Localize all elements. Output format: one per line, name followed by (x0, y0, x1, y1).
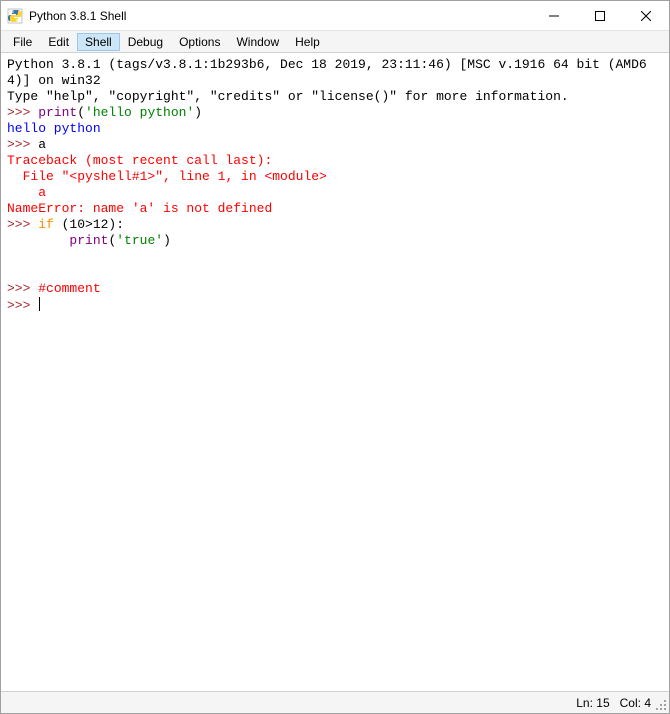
cont-prompt (7, 233, 69, 248)
banner-line-1: Python 3.8.1 (tags/v3.8.1:1b293b6, Dec 1… (7, 57, 647, 88)
menu-debug[interactable]: Debug (120, 33, 171, 51)
code-text: (10>12): (54, 217, 124, 232)
banner-line-2: Type "help", "copyright", "credits" or "… (7, 89, 569, 104)
code-text: a (38, 137, 46, 152)
prompt: >>> (7, 137, 38, 152)
traceback-line: Traceback (most recent call last): (7, 153, 272, 168)
traceback-line: File "<pyshell#1>", line 1, in <module> (7, 169, 327, 184)
prompt: >>> (7, 281, 38, 296)
prompt: >>> (7, 298, 38, 313)
code-paren: ( (77, 105, 85, 120)
close-button[interactable] (623, 1, 669, 31)
code-paren: ) (163, 233, 171, 248)
code-string: 'true' (116, 233, 163, 248)
traceback-line: NameError: name 'a' is not defined (7, 201, 272, 216)
prompt: >>> (7, 105, 38, 120)
menu-edit[interactable]: Edit (40, 33, 77, 51)
code-paren: ) (194, 105, 202, 120)
code-string: 'hello python' (85, 105, 194, 120)
titlebar: Python 3.8.1 Shell (1, 1, 669, 31)
prompt: >>> (7, 217, 38, 232)
app-icon (7, 8, 23, 24)
menu-shell[interactable]: Shell (77, 33, 120, 51)
code-builtin: print (38, 105, 77, 120)
code-builtin: print (69, 233, 108, 248)
window-title: Python 3.8.1 Shell (29, 9, 126, 23)
status-col: Col: 4 (620, 696, 651, 710)
menu-help[interactable]: Help (287, 33, 328, 51)
code-comment: #comment (38, 281, 100, 296)
shell-output: hello python (7, 121, 101, 136)
menubar: File Edit Shell Debug Options Window Hel… (1, 31, 669, 53)
menu-options[interactable]: Options (171, 33, 228, 51)
status-line: Ln: 15 (576, 696, 609, 710)
code-keyword: if (38, 217, 54, 232)
statusbar: Ln: 15 Col: 4 (1, 691, 669, 713)
resize-grip-icon[interactable] (653, 697, 667, 711)
text-cursor (39, 297, 40, 311)
traceback-line: a (7, 185, 46, 200)
minimize-button[interactable] (531, 1, 577, 31)
shell-content[interactable]: Python 3.8.1 (tags/v3.8.1:1b293b6, Dec 1… (1, 53, 669, 691)
menu-window[interactable]: Window (228, 33, 287, 51)
menu-file[interactable]: File (5, 33, 40, 51)
maximize-button[interactable] (577, 1, 623, 31)
